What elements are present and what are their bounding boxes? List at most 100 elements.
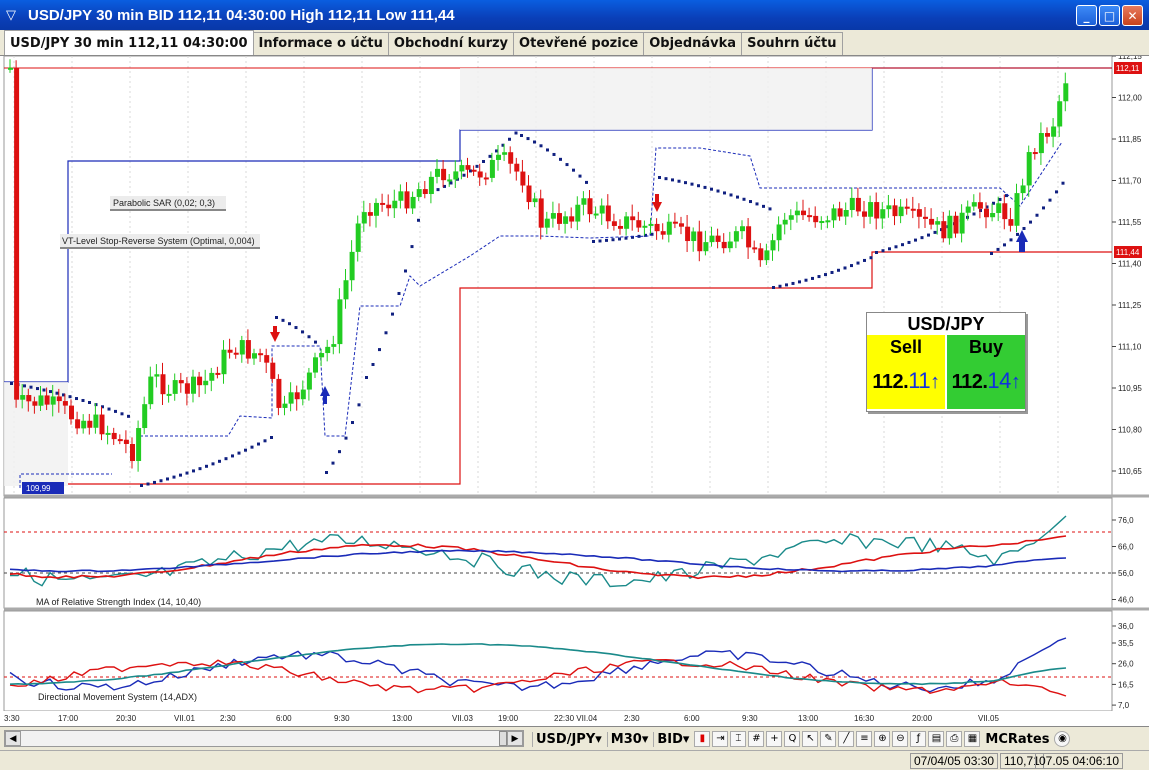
candle-body	[447, 179, 453, 182]
sar-dot	[1029, 220, 1032, 224]
chart-scrollbar[interactable]: ◀ ▶	[4, 730, 524, 747]
candle-body	[62, 401, 68, 406]
time-tick-label: 16:30	[854, 714, 875, 723]
tab-order[interactable]: Objednávka	[643, 32, 743, 55]
candle-body	[929, 218, 935, 225]
candle-body	[325, 346, 331, 354]
scroll-thumb[interactable]	[499, 731, 507, 746]
search-icon[interactable]: Q	[784, 731, 801, 747]
template-icon[interactable]: ▤	[928, 731, 945, 747]
scroll-left-icon[interactable]: ◀	[5, 731, 21, 746]
sar-dot	[331, 461, 335, 465]
sar-dot	[778, 284, 782, 288]
candle-body	[526, 185, 532, 203]
sar-dot	[469, 169, 472, 173]
sar-dot	[664, 177, 668, 181]
minimize-button[interactable]: _	[1076, 5, 1097, 26]
symbol-selector[interactable]: USD/JPY▾	[532, 731, 605, 747]
tab-account-summary[interactable]: Souhrn účtu	[741, 32, 843, 55]
tab-trading-rates[interactable]: Obchodní kurzy	[387, 32, 515, 55]
y-tick-label: 35,5	[1118, 639, 1134, 648]
sar-dot	[894, 245, 898, 249]
sar-dot	[539, 144, 543, 148]
candle-body	[300, 389, 306, 400]
close-button[interactable]: ✕	[1122, 5, 1143, 26]
time-tick-label: 13:00	[798, 714, 819, 723]
scale-icon[interactable]: ⇥	[712, 731, 729, 747]
time-tick-label: 22:30 VII.04	[554, 714, 598, 723]
sar-dot	[1009, 238, 1013, 242]
y-tick-label: 111,25	[1118, 301, 1142, 310]
y-tick-label: 110,65	[1118, 467, 1142, 476]
candle-body	[630, 216, 636, 221]
candle-body	[313, 357, 318, 373]
sar-dot	[462, 173, 466, 177]
indicator-icon[interactable]: ƒ	[910, 731, 927, 747]
grid-icon[interactable]: #	[748, 731, 765, 747]
svg-text:112,11: 112,11	[1116, 64, 1140, 73]
candle-body	[776, 224, 782, 241]
zoom-out-icon[interactable]: ⊖	[892, 731, 909, 747]
cursor-time: 07/04/05 03:30	[910, 753, 999, 769]
sar-dot	[578, 174, 582, 178]
sar-dot	[785, 283, 788, 287]
sar-dot	[42, 388, 46, 392]
time-tick-label: 20:30	[116, 714, 137, 723]
candle-body	[386, 204, 392, 209]
sar-dot	[546, 148, 549, 152]
sar-dot	[901, 243, 904, 247]
candle-body	[977, 202, 983, 209]
zoom-fit-icon[interactable]: ⌶	[730, 731, 747, 747]
candle-body	[788, 215, 794, 220]
sar-dot	[996, 247, 1000, 251]
sar-dot	[772, 286, 775, 289]
candle-body	[337, 299, 343, 345]
sar-dot	[592, 240, 595, 243]
sar-dot	[211, 462, 215, 466]
sar-dot	[218, 459, 221, 463]
draw-tool-icon[interactable]: ✎	[820, 731, 837, 747]
candle-body	[233, 352, 239, 355]
sar-dot	[159, 479, 163, 483]
crosshair-icon[interactable]: +	[766, 731, 783, 747]
line-tool-icon[interactable]: ╱	[838, 731, 855, 747]
chart-area[interactable]: Parabolic SAR (0,02; 0,3) VT-Level Stop-…	[0, 52, 1149, 726]
timeframe-selector[interactable]: M30▾	[606, 731, 652, 747]
maximize-button[interactable]: □	[1099, 5, 1120, 26]
tab-chart[interactable]: USD/JPY 30 min 112,11 04:30:00	[4, 30, 254, 55]
candle-body	[489, 159, 495, 178]
sar-dot	[120, 412, 124, 416]
time-tick-label: 6:00	[684, 714, 700, 723]
sell-label: Sell	[889, 337, 923, 357]
fibonacci-icon[interactable]: ≡	[856, 731, 873, 747]
candle-body	[245, 340, 251, 359]
candle-body	[264, 355, 270, 363]
scroll-right-icon[interactable]: ▶	[507, 731, 523, 746]
cursor-icon[interactable]: ↖	[802, 731, 819, 747]
sar-dot	[344, 436, 348, 440]
tab-account-info[interactable]: Informace o účtu	[252, 32, 389, 55]
candle-body	[862, 211, 867, 217]
properties-icon[interactable]: ▦	[964, 731, 981, 747]
sar-dot	[29, 385, 33, 389]
candle-type-icon[interactable]: ▮	[694, 731, 711, 747]
quote-panel: USD/JPY Sell 112.11↑ Buy 112.14↑	[866, 312, 1026, 412]
candle-body	[672, 221, 678, 224]
sell-button[interactable]: Sell 112.11↑	[867, 335, 945, 409]
brand-menu[interactable]: MCRates	[982, 732, 1052, 747]
sar-dot	[716, 189, 720, 193]
candle-body	[996, 203, 1002, 214]
candle-body	[410, 196, 416, 209]
print-icon[interactable]: ⎙	[946, 731, 963, 747]
zoom-in-icon[interactable]: ⊕	[874, 731, 891, 747]
sar-dot	[237, 451, 241, 455]
time-tick-label: VII.05	[978, 714, 999, 723]
buy-button[interactable]: Buy 112.14↑	[947, 335, 1025, 409]
candle-body	[532, 198, 538, 203]
tab-open-positions[interactable]: Otevřené pozice	[513, 32, 645, 55]
sar-dot	[146, 482, 150, 486]
sar-dot	[990, 252, 993, 255]
rsi-panel	[3, 497, 1113, 609]
sell-price: 112.11↑	[872, 368, 940, 393]
price-type-selector[interactable]: BID▾	[653, 731, 692, 747]
